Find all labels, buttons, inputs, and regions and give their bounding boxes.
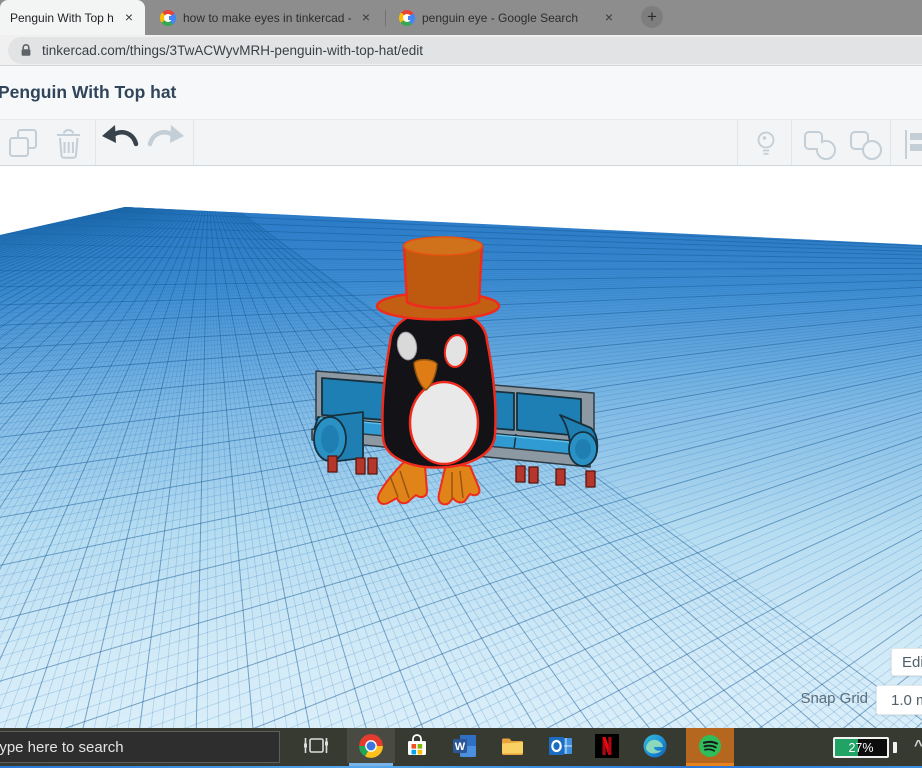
google-favicon: [399, 10, 415, 26]
tab-close-icon[interactable]: ×: [358, 10, 374, 26]
google-favicon: [160, 10, 176, 26]
battery-tip: [893, 742, 897, 753]
tab-label: how to make eyes in tinkercad -: [183, 11, 351, 25]
3d-viewport[interactable]: Edit Grid Snap Grid 1.0 mm: [0, 166, 922, 728]
tab-how-to-make-eyes[interactable]: how to make eyes in tinkercad - ×: [150, 0, 382, 35]
scene-canvas: [0, 166, 922, 728]
microsoft-store-button[interactable]: [394, 728, 440, 763]
group-icon[interactable]: [805, 132, 835, 159]
snap-grid-label: Snap Grid: [772, 690, 868, 707]
tab-penguin-eye-search[interactable]: penguin eye - Google Search ×: [389, 0, 625, 35]
browser-toolbar: tinkercad.com/things/3TwACWyvMRH-penguin…: [0, 35, 922, 66]
tinkercad-toolbar: [0, 119, 922, 166]
chrome-icon: [358, 733, 384, 759]
tinkercad-header: Penguin With Top hat: [0, 66, 922, 119]
show-all-icon[interactable]: [759, 133, 774, 154]
battery-percent: 27%: [835, 739, 887, 756]
copy-icon[interactable]: [10, 130, 36, 156]
penguin-belly: [410, 382, 478, 464]
tab-label: Penguin With Top hat: [10, 11, 114, 25]
browser-tab-bar: Penguin With Top hat × how to make eyes …: [0, 0, 922, 35]
outlook-icon: [548, 733, 574, 759]
toolbar-separator: [791, 120, 792, 165]
delete-icon[interactable]: [57, 130, 80, 158]
task-view-button[interactable]: [294, 728, 338, 763]
edge-button[interactable]: [633, 728, 677, 763]
word-button[interactable]: W: [442, 728, 488, 763]
ungroup-icon[interactable]: [851, 132, 881, 159]
tab-label: penguin eye - Google Search: [422, 11, 594, 25]
toolbar-separator: [95, 120, 96, 165]
taskbar-search-box[interactable]: Type here to search: [0, 731, 280, 763]
lock-icon: [20, 43, 32, 58]
redo-icon[interactable]: [150, 125, 184, 144]
tab-close-icon[interactable]: ×: [601, 10, 617, 26]
netflix-icon: [594, 733, 620, 759]
edit-grid-button[interactable]: Edit Grid: [891, 648, 922, 676]
align-icon[interactable]: [906, 130, 922, 159]
url-text: tinkercad.com/things/3TwACWyvMRH-penguin…: [42, 43, 423, 58]
edge-icon: [642, 733, 668, 759]
spotify-button[interactable]: [686, 728, 734, 763]
windows-taskbar: Type here to search: [0, 728, 922, 768]
design-title: Penguin With Top hat: [0, 82, 176, 103]
screen: Penguin With Top hat × how to make eyes …: [0, 0, 922, 768]
new-tab-button[interactable]: +: [641, 6, 663, 28]
netflix-button[interactable]: [585, 728, 629, 763]
address-bar[interactable]: tinkercad.com/things/3TwACWyvMRH-penguin…: [8, 37, 922, 64]
file-explorer-icon: [500, 733, 526, 759]
tab-penguin-with-top-hat[interactable]: Penguin With Top hat ×: [0, 0, 145, 35]
battery-indicator[interactable]: 27%: [833, 737, 889, 758]
svg-text:W: W: [455, 741, 466, 753]
toolbar-separator: [193, 120, 194, 165]
tray-expand-icon[interactable]: ^: [914, 737, 922, 754]
task-view-icon: [303, 735, 329, 757]
spotify-icon: [697, 733, 723, 759]
tab-close-icon[interactable]: ×: [121, 10, 137, 26]
tab-separator: [385, 10, 386, 26]
undo-icon[interactable]: [102, 125, 136, 144]
file-explorer-button[interactable]: [490, 728, 536, 763]
word-icon: W: [452, 733, 478, 759]
search-text: Type here to search: [0, 739, 124, 756]
toolbar-separator: [890, 120, 891, 165]
toolbar-separator: [737, 120, 738, 165]
microsoft-store-icon: [404, 733, 430, 759]
outlook-button[interactable]: [538, 728, 584, 763]
chrome-taskbar-button[interactable]: [347, 728, 395, 763]
snap-grid-value-dropdown[interactable]: 1.0 mm: [876, 685, 922, 715]
